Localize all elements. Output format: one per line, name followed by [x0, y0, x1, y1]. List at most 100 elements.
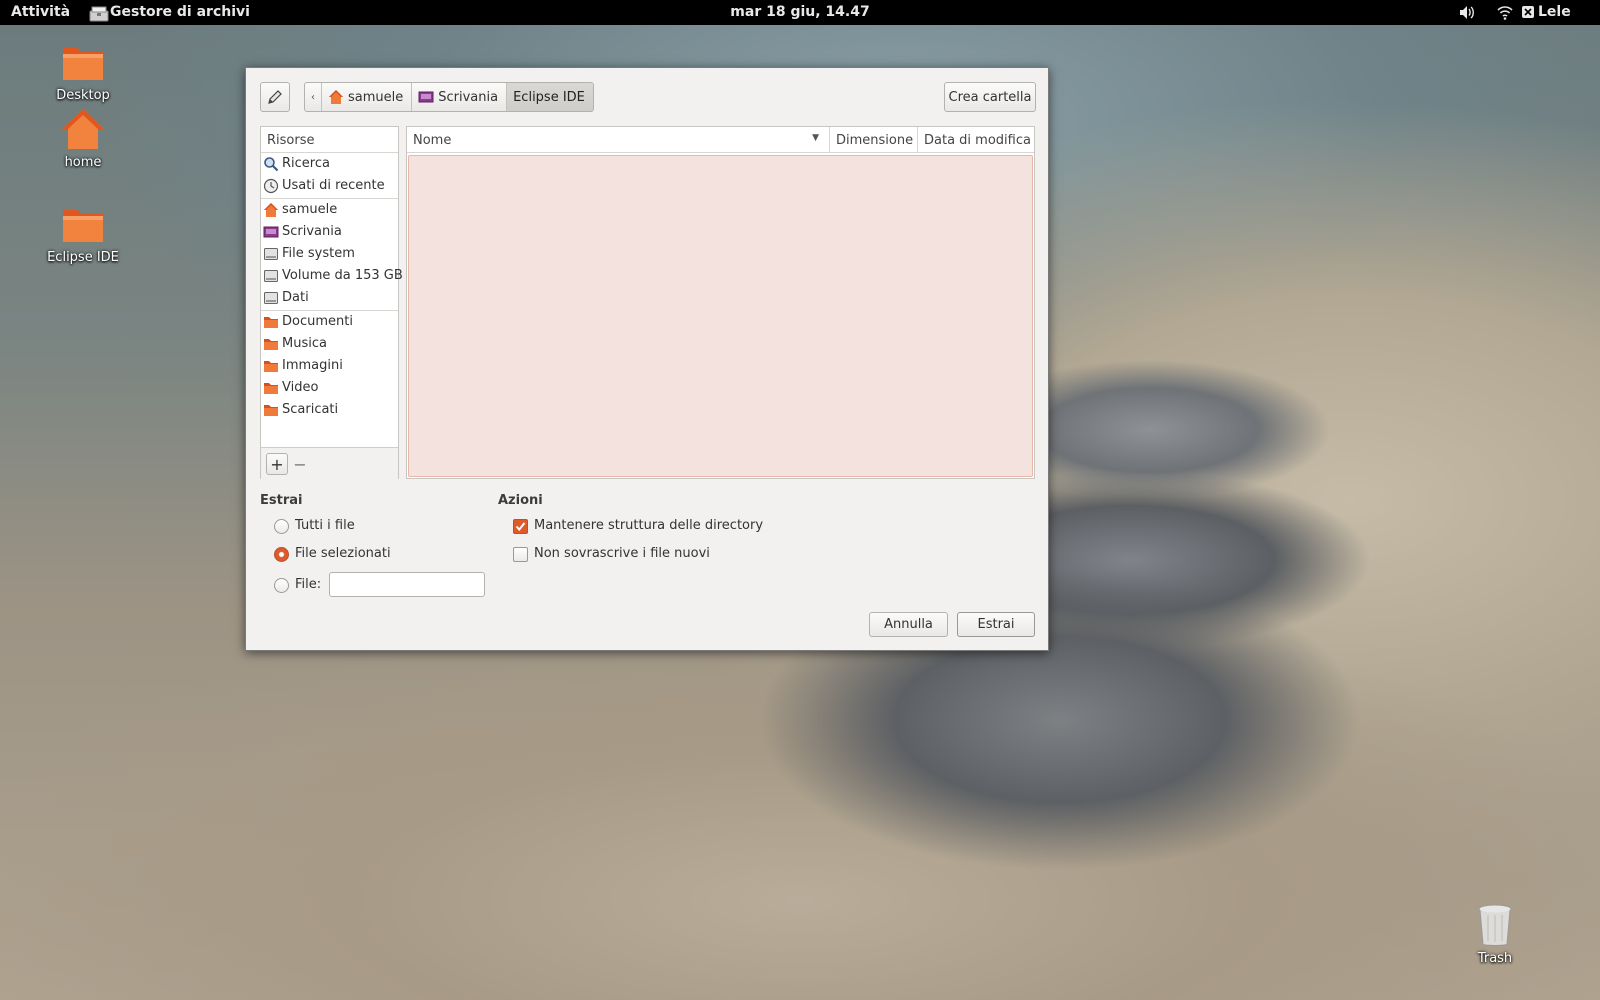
checkmark-icon: [515, 522, 526, 532]
selected-files-label[interactable]: File selezionati: [295, 546, 391, 561]
place-item-usati-di-recente[interactable]: Usati di recente: [263, 175, 385, 196]
create-folder-button[interactable]: Crea cartella: [944, 82, 1036, 112]
cancel-button[interactable]: Annulla: [869, 612, 948, 637]
place-label: Immagini: [282, 358, 343, 373]
place-label: Musica: [282, 336, 327, 351]
keep-structure-label[interactable]: Mantenere struttura delle directory: [534, 518, 763, 533]
desktop-icon-trash[interactable]: Trash: [1445, 903, 1545, 966]
column-header-label: Nome: [413, 133, 452, 148]
path-segment-label: Eclipse IDE: [513, 89, 585, 105]
archive-manager-icon[interactable]: [88, 4, 110, 22]
search-icon: [264, 156, 279, 171]
home-folder-icon: [329, 90, 343, 104]
desktop-icon-desktop[interactable]: Desktop: [33, 40, 133, 103]
place-label: Volume da 153 GB: [282, 268, 403, 283]
desktop-folder-icon: [263, 226, 279, 237]
wifi-icon[interactable]: [1496, 4, 1514, 21]
user-menu[interactable]: Lele: [1538, 4, 1571, 20]
no-overwrite-checkbox[interactable]: [513, 547, 528, 562]
extract-button[interactable]: Estrai: [957, 612, 1035, 637]
place-item-volume-153gb[interactable]: Volume da 153 GB: [263, 265, 403, 286]
app-menu[interactable]: Gestore di archivi: [110, 4, 250, 20]
place-item-ricerca[interactable]: Ricerca: [263, 153, 330, 174]
keep-structure-checkbox[interactable]: [513, 519, 528, 534]
folder-icon: [264, 404, 278, 416]
activities-button[interactable]: Attività: [11, 4, 70, 20]
desktop-icon-home[interactable]: home: [33, 107, 133, 170]
column-header-size[interactable]: Dimensione: [830, 127, 918, 153]
radio-selected-files[interactable]: [274, 547, 289, 562]
places-sidebar: Risorse Ricerca Usati di recente samuele: [260, 126, 403, 479]
files-pattern-label[interactable]: File:: [295, 577, 321, 592]
pencil-icon: [268, 90, 282, 104]
place-label: Ricerca: [282, 156, 330, 171]
folder-icon: [264, 360, 278, 372]
place-item-dati[interactable]: Dati: [263, 287, 309, 308]
chevron-left-icon: ‹: [311, 91, 315, 103]
folder-icon: [63, 48, 103, 80]
remove-bookmark-button[interactable]: −: [289, 453, 311, 475]
place-item-musica[interactable]: Musica: [263, 333, 327, 354]
desktop-icon-eclipse-ide[interactable]: Eclipse IDE: [33, 202, 133, 265]
home-folder-icon: [264, 202, 278, 217]
place-label: Scaricati: [282, 402, 339, 417]
place-label: File system: [282, 246, 355, 261]
recent-clock-icon: [263, 178, 279, 193]
all-files-label[interactable]: Tutti i file: [295, 518, 355, 533]
actions-group-title: Azioni: [498, 493, 543, 508]
desktop-folder-icon: [418, 91, 434, 103]
place-item-samuele[interactable]: samuele: [263, 199, 337, 220]
radio-all-files[interactable]: [274, 519, 289, 534]
place-label: Dati: [282, 290, 309, 305]
path-segment-label: Scrivania: [438, 89, 499, 105]
place-label: Usati di recente: [282, 178, 385, 193]
folder-icon: [63, 210, 103, 242]
path-bar: ‹ samuele Scrivania Eclipse IDE: [304, 82, 594, 112]
hard-drive-icon: [264, 291, 278, 304]
place-item-scaricati[interactable]: Scaricati: [263, 399, 338, 420]
place-label: Scrivania: [282, 224, 342, 239]
trash-icon: [1478, 904, 1512, 946]
place-label: Video: [282, 380, 319, 395]
file-list: Nome ▼ Dimensione Data di modifica: [406, 126, 1035, 479]
folder-icon: [264, 316, 278, 328]
folder-icon: [264, 338, 278, 350]
trash-label: Trash: [1477, 951, 1513, 966]
path-segment-scrivania[interactable]: Scrivania: [412, 83, 508, 111]
column-header-name[interactable]: Nome ▼: [407, 127, 830, 153]
type-location-button[interactable]: [260, 82, 290, 112]
places-header[interactable]: Risorse: [261, 127, 398, 153]
radio-files-pattern[interactable]: [274, 578, 289, 593]
extract-group-title: Estrai: [260, 493, 303, 508]
clock[interactable]: mar 18 giu, 14.47: [700, 4, 900, 20]
place-item-scrivania[interactable]: Scrivania: [263, 221, 342, 242]
folder-icon: [264, 382, 278, 394]
place-label: Documenti: [282, 314, 353, 329]
desktop-icon-label: home: [64, 155, 102, 170]
no-overwrite-label[interactable]: Non sovrascrive i file nuovi: [534, 546, 710, 561]
home-folder-icon: [62, 109, 104, 149]
place-item-video[interactable]: Video: [263, 377, 318, 398]
hard-drive-icon: [264, 247, 278, 260]
desktop-icon-label: Eclipse IDE: [47, 250, 119, 265]
user-status-icon[interactable]: [1520, 4, 1538, 21]
path-segment-eclipse-ide[interactable]: Eclipse IDE: [507, 83, 593, 111]
desktop-icon-label: Desktop: [56, 88, 110, 103]
place-item-documenti[interactable]: Documenti: [263, 311, 353, 332]
top-bar: Attività Gestore di archivi mar 18 giu, …: [0, 0, 1600, 25]
add-bookmark-button[interactable]: +: [266, 453, 288, 475]
extract-dialog: ‹ samuele Scrivania Eclipse IDE Crea car…: [245, 67, 1049, 651]
path-segment-label: samuele: [348, 89, 404, 105]
path-back-button[interactable]: ‹: [305, 83, 322, 111]
sort-down-icon: ▼: [812, 133, 819, 143]
volume-icon[interactable]: [1458, 4, 1476, 21]
files-pattern-input[interactable]: [329, 572, 485, 597]
column-header-modified[interactable]: Data di modifica: [918, 127, 1034, 153]
file-list-area[interactable]: [408, 155, 1033, 477]
path-segment-samuele[interactable]: samuele: [322, 83, 413, 111]
place-item-immagini[interactable]: Immagini: [263, 355, 343, 376]
hard-drive-icon: [264, 269, 278, 282]
place-item-file-system[interactable]: File system: [263, 243, 355, 264]
places-footer: + −: [261, 447, 398, 479]
place-label: samuele: [282, 202, 338, 217]
